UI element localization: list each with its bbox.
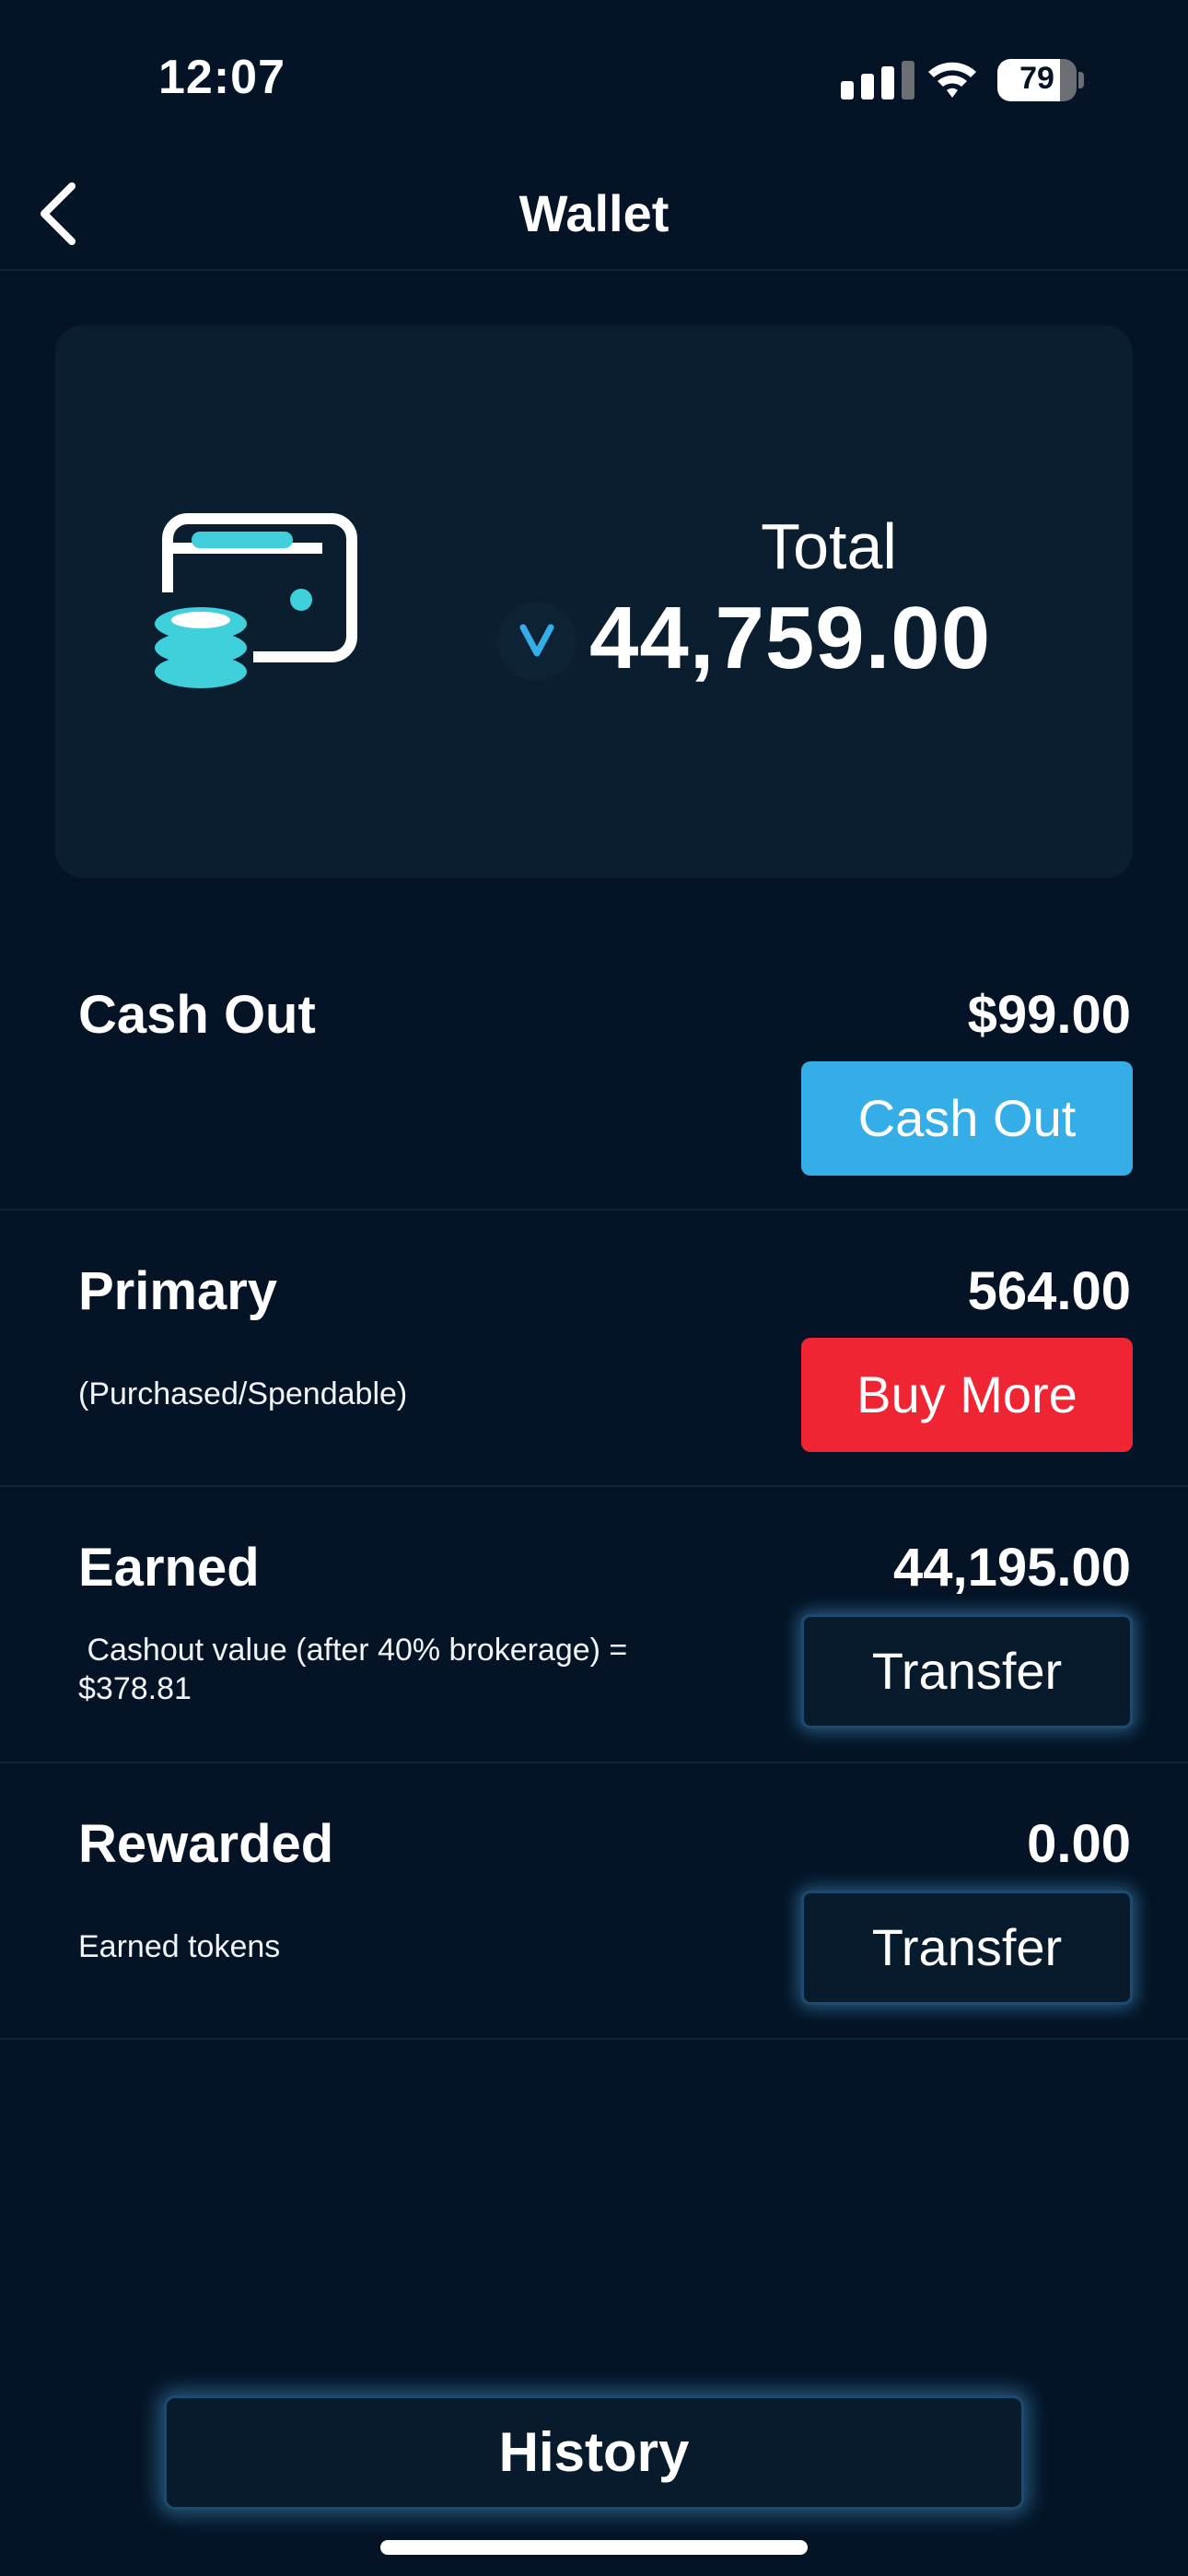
battery-tip	[1078, 72, 1084, 88]
v-token-icon	[497, 602, 577, 681]
buy-more-button[interactable]: Buy More	[801, 1338, 1133, 1452]
row-amount: 0.00	[1027, 1814, 1131, 1874]
total-value: 44,759.00	[589, 589, 992, 687]
wallet-coins-icon	[147, 513, 357, 694]
nav-bar: Wallet	[0, 157, 1188, 271]
row-subtitle: Cashout value (after 40% brokerage) = $3…	[78, 1633, 636, 1706]
total-label: Total	[761, 510, 897, 582]
row-title: Rewarded	[78, 1814, 334, 1874]
earned-row: Earned Cashout value (after 40% brokerag…	[0, 1487, 1188, 1763]
row-subtitle: Earned tokens	[78, 1929, 281, 1964]
wifi-icon	[928, 62, 976, 98]
row-amount: $99.00	[967, 985, 1131, 1045]
transfer-rewarded-button[interactable]: Transfer	[801, 1891, 1133, 2005]
row-amount: 44,195.00	[892, 1538, 1131, 1598]
total-card: Total 44,759.00	[55, 325, 1133, 878]
rewarded-row: Rewarded Earned tokens 0.00 Transfer	[0, 1763, 1188, 2040]
history-button[interactable]: History	[164, 2395, 1024, 2510]
row-amount: 564.00	[967, 1261, 1131, 1321]
cash-out-button[interactable]: Cash Out	[801, 1061, 1133, 1176]
cellular-signal-icon	[841, 61, 914, 100]
cash-out-row: Cash Out $99.00 Cash Out	[0, 931, 1188, 1211]
battery-body: 79	[997, 59, 1077, 101]
battery-icon: 79	[997, 59, 1084, 101]
status-bar: 12:07 79	[0, 0, 1188, 157]
row-title: Cash Out	[78, 985, 316, 1045]
wallet-screen: 12:07 79 Wallet Total 44,759.00 Cash Out…	[0, 0, 1188, 2576]
token-v-glyph	[519, 624, 554, 657]
transfer-earned-button[interactable]: Transfer	[801, 1614, 1133, 1728]
battery-level: 79	[1019, 61, 1054, 96]
primary-row: Primary (Purchased/Spendable) 564.00 Buy…	[0, 1211, 1188, 1487]
status-time: 12:07	[158, 51, 285, 104]
row-title: Primary	[78, 1261, 278, 1321]
home-indicator	[380, 2540, 808, 2555]
row-subtitle: (Purchased/Spendable)	[78, 1376, 408, 1411]
page-title: Wallet	[518, 184, 670, 242]
row-title: Earned	[78, 1538, 260, 1598]
